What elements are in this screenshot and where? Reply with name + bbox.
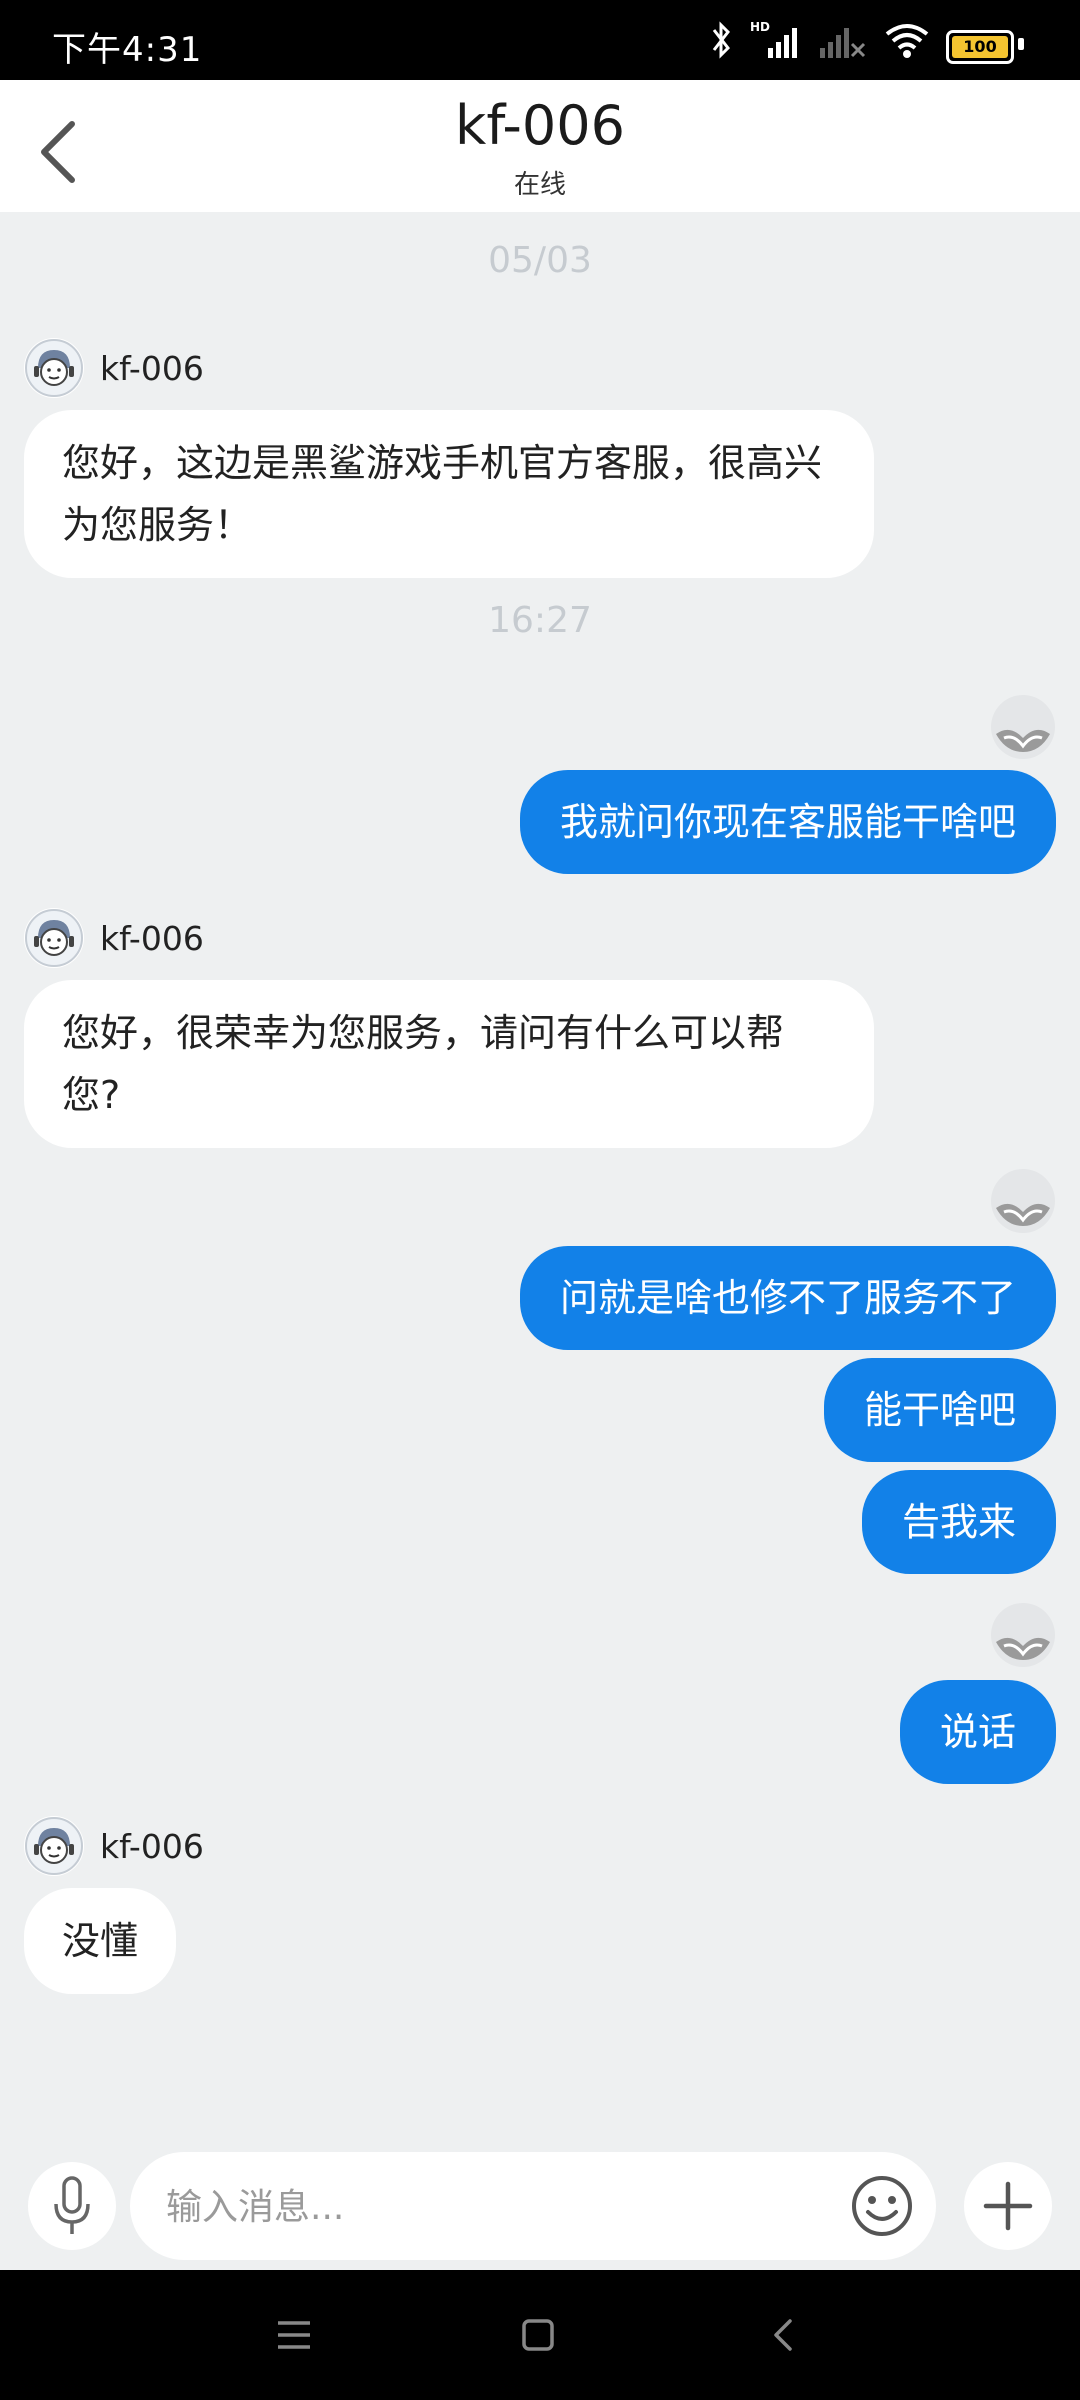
user-avatar-icon[interactable] bbox=[990, 1602, 1056, 1668]
message-bubble-agent[interactable]: 没懂 bbox=[24, 1888, 177, 1994]
emoji-button[interactable] bbox=[850, 2174, 914, 2238]
user-avatar-icon[interactable] bbox=[990, 1168, 1056, 1234]
battery-level: 100 bbox=[952, 36, 1008, 58]
wifi-icon bbox=[885, 24, 929, 58]
user-avatar-icon[interactable] bbox=[990, 694, 1056, 760]
nav-back-icon bbox=[774, 2319, 792, 2351]
agent-header: kf-006 bbox=[24, 906, 204, 970]
message-bubble-agent[interactable]: 您好，很荣幸为您服务，请问有什么可以帮您? bbox=[24, 980, 874, 1148]
online-status: 在线 bbox=[513, 170, 566, 200]
mic-icon bbox=[54, 2176, 90, 2234]
voice-button[interactable] bbox=[28, 2162, 116, 2250]
page-title: kf-006 bbox=[455, 94, 625, 157]
status-time: 下午4:31 bbox=[52, 30, 203, 70]
agent-header: kf-006 bbox=[24, 1814, 204, 1878]
chat-header: kf-006 在线 bbox=[0, 80, 1080, 212]
message-input[interactable] bbox=[164, 2152, 828, 2262]
battery-icon: 100 bbox=[946, 30, 1014, 64]
signal-off-icon bbox=[820, 28, 866, 58]
agent-header: kf-006 bbox=[24, 336, 204, 400]
support-agent-icon bbox=[25, 339, 83, 397]
agent-name: kf-006 bbox=[100, 1826, 204, 1866]
message-bubble-agent[interactable]: 您好，这边是黑鲨游戏手机官方客服，很高兴为您服务！ bbox=[24, 410, 874, 578]
support-agent-icon bbox=[25, 1817, 83, 1875]
emoji-icon bbox=[852, 2176, 912, 2236]
timestamp: 05/03 bbox=[488, 240, 592, 281]
agent-avatar[interactable] bbox=[24, 1816, 84, 1876]
home-icon bbox=[522, 2319, 554, 2351]
agent-name: kf-006 bbox=[100, 918, 204, 958]
message-bubble-user[interactable]: 我就问你现在客服能干啥吧 bbox=[519, 770, 1056, 874]
menu-icon bbox=[278, 2321, 310, 2349]
input-bar bbox=[0, 2140, 1080, 2270]
agent-avatar[interactable] bbox=[24, 908, 84, 968]
message-bubble-user[interactable]: 告我来 bbox=[861, 1470, 1056, 1574]
message-bubble-user[interactable]: 能干啥吧 bbox=[823, 1358, 1056, 1462]
support-agent-icon bbox=[25, 909, 83, 967]
battery-tip bbox=[1018, 38, 1024, 50]
home-button[interactable] bbox=[508, 2310, 568, 2360]
bluetooth-icon bbox=[712, 21, 730, 59]
agent-name: kf-006 bbox=[100, 348, 204, 388]
add-attachment-button[interactable] bbox=[964, 2162, 1052, 2250]
nav-back-button[interactable] bbox=[754, 2310, 814, 2360]
message-input-container bbox=[130, 2152, 936, 2262]
message-bubble-user[interactable]: 问就是啥也修不了服务不了 bbox=[519, 1246, 1056, 1350]
status-bar: 下午4:31 HD 100 bbox=[0, 0, 1080, 80]
plus-icon bbox=[983, 2181, 1033, 2231]
message-bubble-user[interactable]: 说话 bbox=[899, 1680, 1056, 1784]
signal-icon: HD bbox=[750, 20, 802, 60]
system-nav-bar bbox=[0, 2270, 1080, 2400]
agent-avatar[interactable] bbox=[24, 338, 84, 398]
menu-button[interactable] bbox=[264, 2310, 324, 2360]
status-icons: HD bbox=[710, 18, 930, 62]
timestamp: 16:27 bbox=[488, 600, 592, 641]
